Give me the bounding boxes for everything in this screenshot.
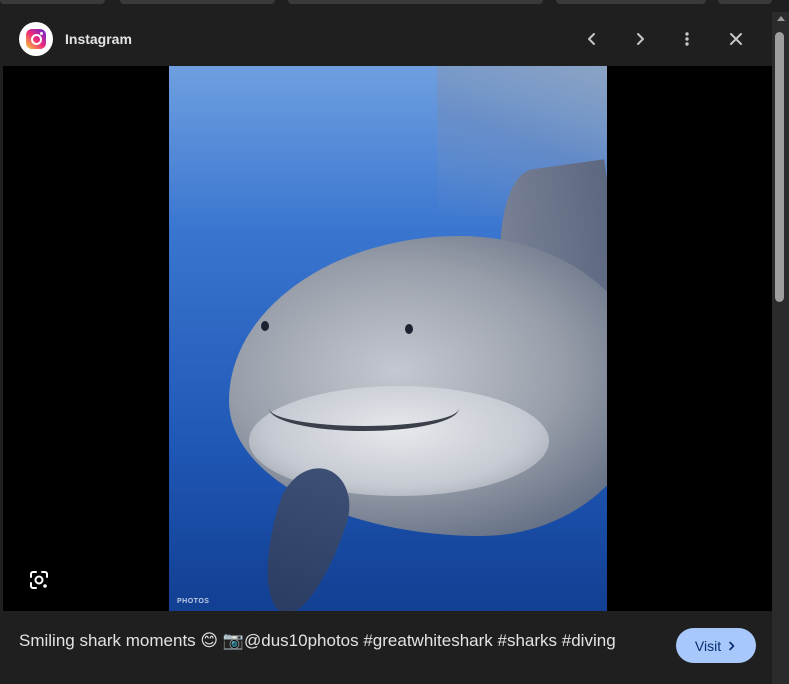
site-name[interactable]: Instagram <box>65 31 132 47</box>
thumbnail-edge[interactable] <box>120 0 275 4</box>
thumbnail-edge[interactable] <box>0 0 105 4</box>
shark-eye-right <box>405 324 413 334</box>
shark-eye-left <box>261 321 269 331</box>
scroll-up-arrow-icon[interactable] <box>777 16 785 21</box>
thumbnail-edge[interactable] <box>718 0 772 4</box>
more-options-button[interactable] <box>671 23 703 55</box>
preview-header: Instagram <box>0 12 772 66</box>
close-icon <box>730 33 742 45</box>
image-caption: Smiling shark moments 😊 📷@dus10photos #g… <box>19 631 616 650</box>
close-button[interactable] <box>720 23 752 55</box>
site-favicon[interactable] <box>19 22 53 56</box>
next-button[interactable] <box>624 23 656 55</box>
more-vert-icon <box>685 32 689 46</box>
visit-button[interactable]: Visit <box>676 628 756 663</box>
scrollbar-thumb[interactable] <box>775 32 784 302</box>
instagram-logo-icon <box>26 29 46 49</box>
google-lens-icon <box>30 571 48 589</box>
chevron-left-icon <box>588 33 595 45</box>
photo-watermark: PHOTOS <box>177 598 210 605</box>
shark-mouth <box>269 386 459 431</box>
visit-button-label: Visit <box>694 637 722 654</box>
image-viewer: PHOTOS <box>3 66 772 611</box>
thumbnail-edge[interactable] <box>288 0 543 4</box>
scrollbar[interactable] <box>772 12 789 684</box>
google-lens-button[interactable] <box>25 566 53 594</box>
previous-button[interactable] <box>576 23 608 55</box>
chevron-right-icon <box>729 641 735 650</box>
top-thumbnail-strip <box>0 0 789 6</box>
shark-photo[interactable]: PHOTOS <box>169 66 607 611</box>
chevron-right-icon <box>637 33 644 45</box>
thumbnail-edge[interactable] <box>556 0 706 4</box>
